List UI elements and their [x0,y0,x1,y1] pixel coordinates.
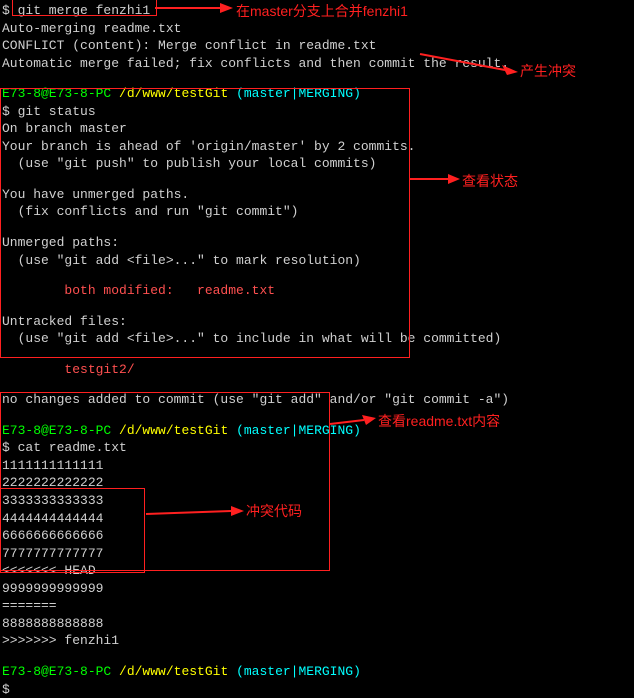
prompt-line: E73-8@E73-8-PC /d/www/testGit (master|ME… [2,663,632,681]
prompt-user: E73-8@E73-8-PC [2,423,119,438]
output-line: Your branch is ahead of 'origin/master' … [2,138,632,156]
blank-line [2,300,632,313]
output-line: CONFLICT (content): Merge conflict in re… [2,37,632,55]
prompt-user: E73-8@E73-8-PC [2,86,119,101]
output-line: 2222222222222 [2,474,632,492]
blank-line [2,72,632,85]
output-line: 6666666666666 [2,527,632,545]
terminal-output: $ git merge fenzhi1 Auto-merging readme.… [2,2,632,698]
prompt-path: /d/www/testGit [119,423,236,438]
prompt-branch: (master|MERGING) [236,86,361,101]
prompt-line: E73-8@E73-8-PC /d/www/testGit (master|ME… [2,422,632,440]
blank-line [2,269,632,282]
output-line: (use "git push" to publish your local co… [2,155,632,173]
output-line: (use "git add <file>..." to include in w… [2,330,632,348]
blank-line [2,650,632,663]
output-line: 4444444444444 [2,510,632,528]
prompt-path: /d/www/testGit [119,86,236,101]
output-line: (use "git add <file>..." to mark resolut… [2,252,632,270]
output-line: <<<<<<< HEAD [2,562,632,580]
output-line: Auto-merging readme.txt [2,20,632,38]
output-line: 8888888888888 [2,615,632,633]
output-line: 1111111111111 [2,457,632,475]
output-line: no changes added to commit (use "git add… [2,391,632,409]
output-line: Automatic merge failed; fix conflicts an… [2,55,632,73]
output-line: (fix conflicts and run "git commit") [2,203,632,221]
output-line: Unmerged paths: [2,234,632,252]
output-line: ======= [2,597,632,615]
blank-line [2,409,632,422]
prompt-user: E73-8@E73-8-PC [2,664,119,679]
output-line: You have unmerged paths. [2,186,632,204]
final-prompt[interactable]: $ [2,681,632,698]
prompt-branch: (master|MERGING) [236,664,361,679]
blank-line [2,221,632,234]
prompt-branch: (master|MERGING) [236,423,361,438]
cmd-status: $ git status [2,103,632,121]
prompt-path: /d/www/testGit [119,664,236,679]
cmd-merge: $ git merge fenzhi1 [2,2,632,20]
output-line: testgit2/ [2,361,632,379]
prompt-line: E73-8@E73-8-PC /d/www/testGit (master|ME… [2,85,632,103]
output-line: On branch master [2,120,632,138]
output-line: 7777777777777 [2,545,632,563]
blank-line [2,173,632,186]
output-line: both modified: readme.txt [2,282,632,300]
cmd-cat: $ cat readme.txt [2,439,632,457]
output-line: Untracked files: [2,313,632,331]
blank-line [2,348,632,361]
output-line: >>>>>>> fenzhi1 [2,632,632,650]
blank-line [2,378,632,391]
output-line: 3333333333333 [2,492,632,510]
